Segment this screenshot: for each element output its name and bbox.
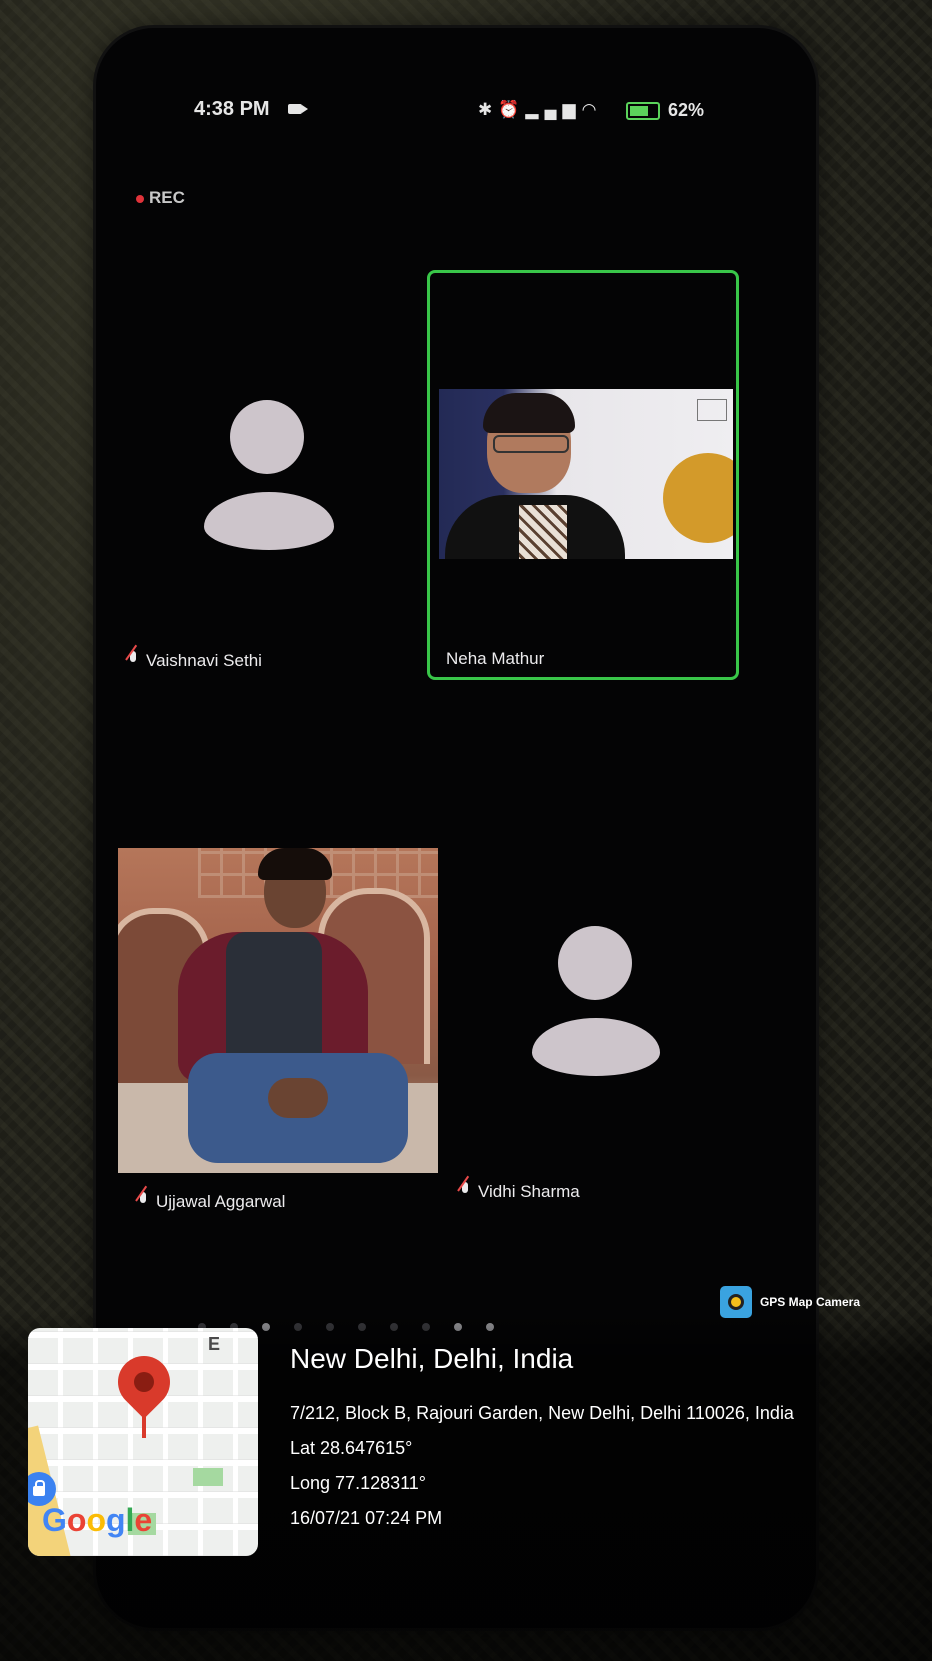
gps-camera-icon <box>719 1286 752 1318</box>
avatar-head-icon <box>558 926 632 1000</box>
participant-video[interactable] <box>118 848 438 1173</box>
avatar-body-icon <box>532 1018 660 1076</box>
status-time: 4:38 PM <box>194 98 270 120</box>
battery-icon <box>626 102 660 120</box>
datetime-text: 16/07/21 07:24 PM <box>290 1508 443 1528</box>
compass-label: E <box>208 1334 221 1354</box>
address-text: 7/212, Block B, Rajouri Garden, New Delh… <box>290 1403 794 1423</box>
google-logo: Google <box>42 1502 153 1538</box>
latitude-text: Lat 28.647615° <box>290 1438 413 1458</box>
participant-name: Vidhi Sharma <box>478 1182 580 1201</box>
battery-percent: 62% <box>668 100 705 120</box>
participant-tile[interactable]: Vaishnavi Sethi <box>116 268 426 678</box>
recording-label: REC <box>149 188 185 207</box>
wifi-icon: ◠ <box>581 100 603 119</box>
mic-muted-icon <box>126 651 140 669</box>
participant-name: Neha Mathur <box>446 649 545 668</box>
gps-app-badge: GPS Map Camera <box>719 1286 860 1318</box>
mic-muted-icon <box>458 1182 472 1200</box>
avatar-head-icon <box>230 400 304 474</box>
gps-app-label: GPS Map Camera <box>759 1295 860 1309</box>
map-thumbnail: E Google <box>28 1328 258 1556</box>
participant-tile[interactable]: Vidhi Sharma <box>446 848 746 1218</box>
alarm-icon: ⏰ <box>498 100 526 119</box>
mic-muted-icon <box>136 1192 150 1210</box>
record-dot-icon <box>136 194 144 203</box>
screen-record-icon <box>288 104 308 114</box>
logo-sign <box>697 399 727 421</box>
participant-name: Vaishnavi Sethi <box>146 651 262 670</box>
avatar-body-icon <box>204 492 334 550</box>
longitude-text: Long 77.128311° <box>290 1473 426 1493</box>
participant-tile-active[interactable]: Neha Mathur <box>427 270 739 680</box>
recording-indicator: REC <box>136 188 185 208</box>
status-icons: ✱⏰▂▄▆◠ <box>478 100 602 120</box>
participant-name: Ujjawal Aggarwal <box>156 1192 286 1211</box>
location-title: New Delhi, Delhi, India <box>290 1343 574 1374</box>
bluetooth-icon: ✱ <box>478 100 499 119</box>
signal-icon: ▂▄▆ <box>525 100 582 119</box>
participant-video <box>439 389 733 559</box>
status-bar: 4:38 PM ✱⏰▂▄▆◠ 62% <box>96 98 816 138</box>
